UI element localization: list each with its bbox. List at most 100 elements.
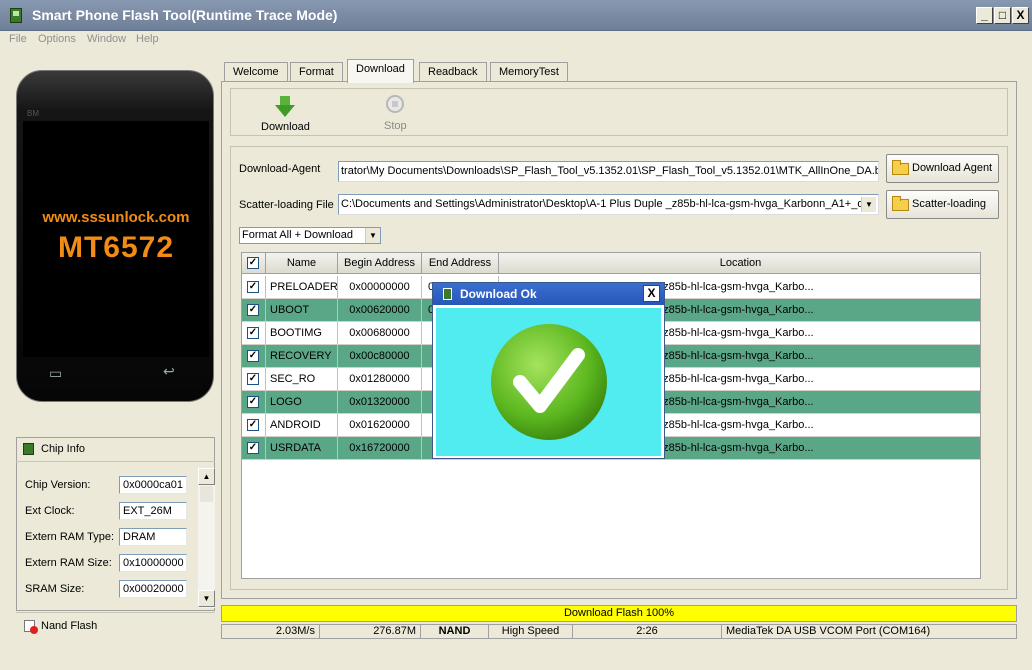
nand-error-icon: [30, 626, 38, 634]
scroll-up-button[interactable]: ▲: [198, 468, 215, 485]
toolbar: Download Stop: [230, 88, 1008, 136]
scroll-down-button[interactable]: ▼: [198, 590, 215, 607]
row-check-cell: ✓: [242, 368, 266, 390]
chip-info-list: Chip Version: 0x0000ca01 Ext Clock: EXT_…: [16, 470, 198, 610]
header-name[interactable]: Name: [266, 253, 338, 274]
tab-download[interactable]: Download: [347, 59, 414, 83]
ram-size-value: 0x10000000: [119, 554, 187, 572]
row-check-cell: ✓: [242, 299, 266, 321]
download-mode-value: Format All + Download: [242, 229, 353, 241]
scatter-loading-path[interactable]: C:\Documents and Settings\Administrator\…: [338, 194, 879, 215]
row-begin-address: 0x01280000: [338, 368, 422, 390]
tab-format[interactable]: Format: [290, 62, 343, 82]
row-checkbox[interactable]: ✓: [247, 442, 259, 454]
status-mode: High Speed: [489, 625, 573, 638]
phone-site-text: www.sssunlock.com: [42, 209, 190, 226]
dialog-title: Download Ok: [460, 287, 537, 301]
download-tool-label[interactable]: Download: [261, 121, 310, 133]
download-agent-button-label: Download Agent: [912, 162, 993, 174]
row-checkbox[interactable]: ✓: [247, 350, 259, 362]
row-checkbox[interactable]: ✓: [247, 281, 259, 293]
header-location[interactable]: Location: [499, 253, 980, 274]
ext-clock-value: EXT_26M: [119, 502, 187, 520]
scatter-loading-button[interactable]: Scatter-loading: [886, 190, 999, 219]
nand-flash-header[interactable]: Nand Flash: [16, 612, 215, 638]
row-check-cell: ✓: [242, 322, 266, 344]
row-name: RECOVERY: [266, 345, 338, 367]
app-icon: [10, 8, 22, 23]
status-storage-type: NAND: [421, 625, 489, 638]
header-select-all[interactable]: ✓: [242, 253, 266, 274]
ram-type-value: DRAM: [119, 528, 187, 546]
row-name: UBOOT: [266, 299, 338, 321]
download-agent-button[interactable]: Download Agent: [886, 154, 999, 183]
row-checkbox[interactable]: ✓: [247, 327, 259, 339]
scatter-loading-label: Scatter-loading File: [239, 199, 334, 211]
menu-file[interactable]: File: [9, 33, 27, 45]
chip-info-title: Chip Info: [41, 443, 86, 455]
tab-memorytest[interactable]: MemoryTest: [490, 62, 568, 82]
chip-version-label: Chip Version:: [25, 479, 91, 491]
phone-brand: BM: [27, 109, 39, 118]
scatter-loading-button-label: Scatter-loading: [912, 198, 986, 210]
chip-info-scrollbar[interactable]: ▲ ▼: [198, 468, 215, 608]
phone-model-text: MT6572: [57, 231, 175, 264]
menu-window[interactable]: Window: [87, 33, 126, 45]
phone-image: BM www.sssunlock.com MT6572 ▭ ↩: [16, 70, 214, 402]
dialog-close-button[interactable]: X: [643, 285, 660, 302]
row-checkbox[interactable]: ✓: [247, 373, 259, 385]
row-checkbox[interactable]: ✓: [247, 419, 259, 431]
row-name: ANDROID: [266, 414, 338, 436]
row-checkbox[interactable]: ✓: [247, 304, 259, 316]
menu-key-icon: ▭: [49, 365, 63, 381]
row-begin-address: 0x01320000: [338, 391, 422, 413]
sram-size-value: 0x00020000: [119, 580, 187, 598]
back-key-icon: ↩: [163, 363, 175, 379]
status-size: 276.87M: [320, 625, 421, 638]
row-name: BOOTIMG: [266, 322, 338, 344]
download-agent-label: Download-Agent: [239, 163, 321, 175]
ram-type-label: Extern RAM Type:: [25, 531, 115, 543]
status-time: 2:26: [573, 625, 722, 638]
ram-size-label: Extern RAM Size:: [25, 557, 112, 569]
chip-info-header[interactable]: Chip Info: [16, 437, 215, 462]
header-begin-address[interactable]: Begin Address: [338, 253, 422, 274]
tab-readback[interactable]: Readback: [419, 62, 487, 82]
chevron-down-icon[interactable]: ▼: [365, 228, 380, 243]
select-all-checkbox[interactable]: ✓: [247, 257, 259, 269]
row-name: PRELOADER: [266, 276, 338, 298]
folder-icon: [892, 160, 909, 175]
phone-screen: www.sssunlock.com MT6572: [23, 121, 209, 357]
dialog-body: [436, 308, 661, 456]
row-check-cell: ✓: [242, 414, 266, 436]
status-bar: 2.03M/s 276.87M NAND High Speed 2:26 Med…: [221, 624, 1017, 639]
download-progress-bar: Download Flash 100%: [221, 605, 1017, 622]
row-check-cell: ✓: [242, 437, 266, 459]
download-mode-select[interactable]: Format All + Download ▼: [239, 227, 381, 244]
scroll-thumb[interactable]: [200, 486, 213, 502]
menu-help[interactable]: Help: [136, 33, 159, 45]
progress-label: Download Flash 100%: [563, 607, 675, 619]
close-button[interactable]: X: [1012, 7, 1029, 24]
tab-welcome[interactable]: Welcome: [224, 62, 288, 82]
scatter-loading-path-text: C:\Documents and Settings\Administrator\…: [341, 198, 876, 210]
row-begin-address: 0x00680000: [338, 322, 422, 344]
row-begin-address: 0x00620000: [338, 299, 422, 321]
maximize-button[interactable]: □: [994, 7, 1011, 24]
stop-tool-label[interactable]: Stop: [384, 120, 407, 132]
row-check-cell: ✓: [242, 391, 266, 413]
header-end-address[interactable]: End Address: [422, 253, 499, 274]
download-agent-path[interactable]: trator\My Documents\Downloads\SP_Flash_T…: [338, 161, 879, 182]
stop-icon: [386, 95, 404, 113]
dialog-title-bar: Download Ok X: [433, 283, 664, 305]
scatter-dropdown-icon[interactable]: ▼: [861, 197, 876, 212]
row-begin-address: 0x00000000: [338, 276, 422, 298]
row-check-cell: ✓: [242, 276, 266, 298]
menu-options[interactable]: Options: [38, 33, 76, 45]
status-port: MediaTek DA USB VCOM Port (COM164): [726, 625, 931, 637]
window-title: Smart Phone Flash Tool(Runtime Trace Mod…: [32, 7, 338, 23]
row-checkbox[interactable]: ✓: [247, 396, 259, 408]
ext-clock-label: Ext Clock:: [25, 505, 75, 517]
chip-version-value: 0x0000ca01: [119, 476, 187, 494]
minimize-button[interactable]: _: [976, 7, 993, 24]
